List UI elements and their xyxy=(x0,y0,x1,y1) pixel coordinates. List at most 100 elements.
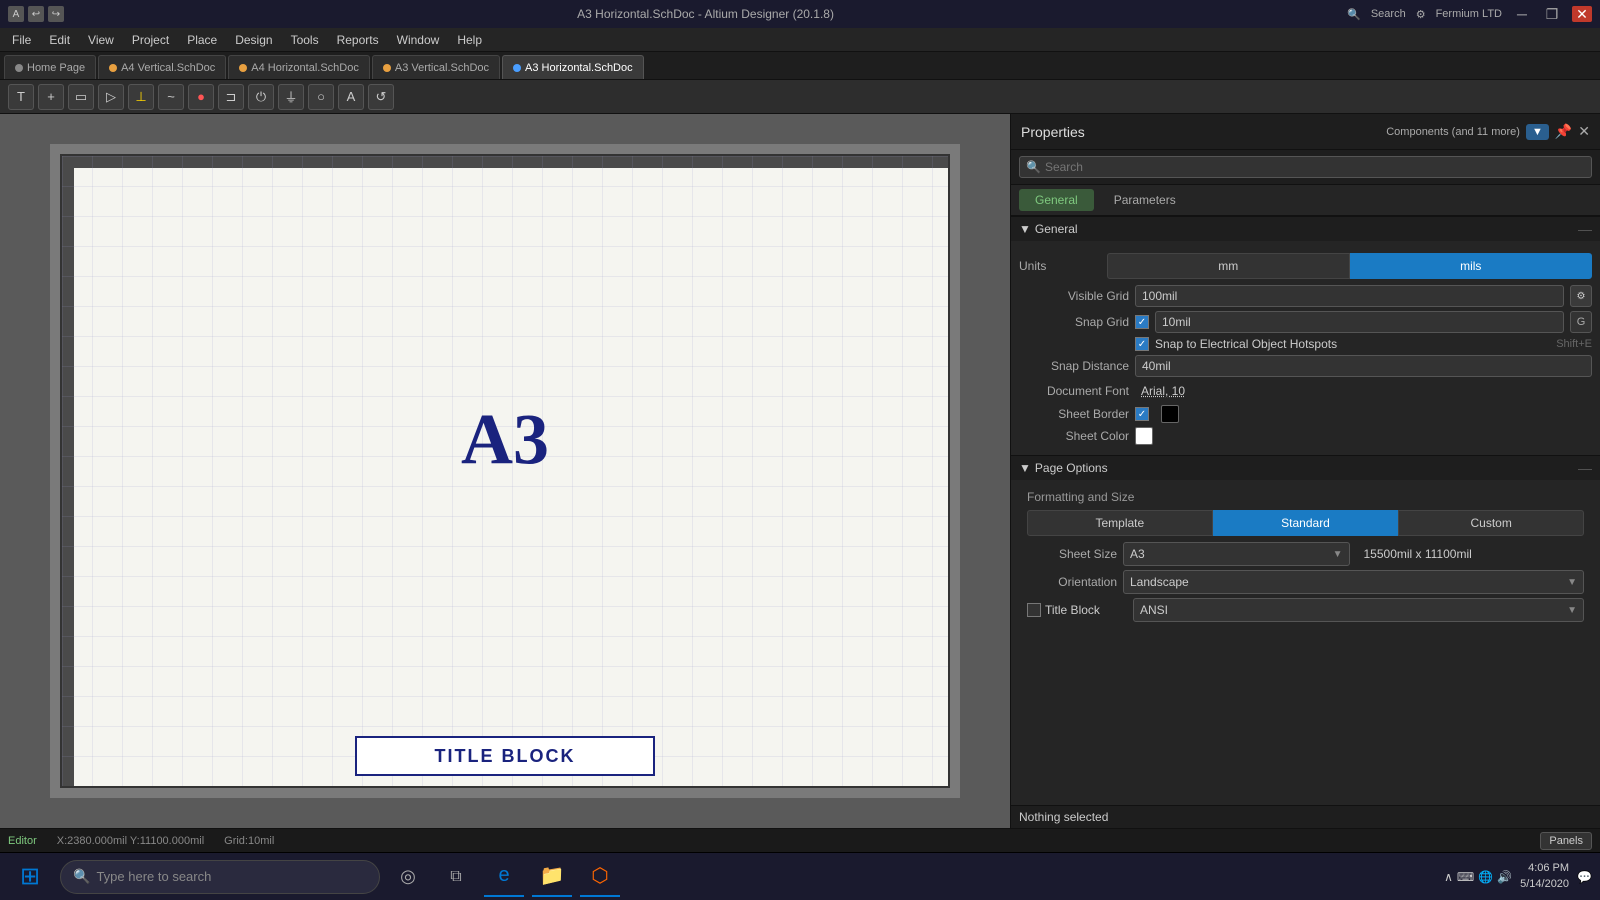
taskbar-edge[interactable]: e xyxy=(484,857,524,897)
panel-tabs: General Parameters xyxy=(1011,185,1600,216)
visible-grid-settings-btn[interactable]: ⚙ xyxy=(1570,285,1592,307)
tab-a3v-label: A3 Vertical.SchDoc xyxy=(395,62,489,74)
search-label[interactable]: Search xyxy=(1371,8,1406,20)
snap-grid-value[interactable]: 10mil xyxy=(1155,311,1564,333)
title-bar-icons: A ↩ ↪ xyxy=(8,6,64,22)
menu-reports[interactable]: Reports xyxy=(329,31,387,49)
format-template-btn[interactable]: Template xyxy=(1027,510,1213,536)
search-input[interactable] xyxy=(1045,160,1585,174)
tool-text[interactable]: T xyxy=(8,84,34,110)
schematic-sheet[interactable]: A3 TITLE BLOCK xyxy=(60,154,950,788)
snap-distance-label: Snap Distance xyxy=(1019,359,1129,373)
properties-panel: Properties Components (and 11 more) ▼ 📌 … xyxy=(1010,114,1600,828)
notification-btn[interactable]: 💬 xyxy=(1577,870,1592,884)
snap-hotspot-checkbox[interactable] xyxy=(1135,337,1149,351)
tab-a3h-label: A3 Horizontal.SchDoc xyxy=(525,62,633,74)
snap-distance-value[interactable]: 40mil xyxy=(1135,355,1592,377)
search-input-wrap[interactable]: 🔍 xyxy=(1019,156,1592,178)
snap-grid-shortcut-btn[interactable]: G xyxy=(1570,311,1592,333)
taskview-icon: ⧉ xyxy=(450,868,461,886)
visible-grid-value[interactable]: 100mil xyxy=(1135,285,1564,307)
menu-file[interactable]: File xyxy=(4,31,39,49)
sheet-size-select[interactable]: A3 ▼ xyxy=(1123,542,1350,566)
tab-a4-horizontal[interactable]: A4 Horizontal.SchDoc xyxy=(228,55,370,79)
tab-a3-horizontal[interactable]: A3 Horizontal.SchDoc xyxy=(502,55,644,79)
clock[interactable]: 4:06 PM 5/14/2020 xyxy=(1520,861,1569,892)
menu-design[interactable]: Design xyxy=(227,31,280,49)
tool-pin[interactable]: ⊥ xyxy=(128,84,154,110)
search-icon[interactable]: 🔍 xyxy=(1347,8,1361,21)
format-custom-btn[interactable]: Custom xyxy=(1398,510,1584,536)
orientation-row: Orientation Landscape ▼ xyxy=(1027,570,1584,594)
toolbar: T + ▭ ▷ ⊥ ~ ● ⊐ ⏻ ⏚ ○ A ↺ xyxy=(0,80,1600,114)
volume-icon[interactable]: 🔊 xyxy=(1497,870,1512,884)
tab-parameters[interactable]: Parameters xyxy=(1098,189,1192,211)
app-icon: A xyxy=(8,6,24,22)
undo-btn[interactable]: ↩ xyxy=(28,6,44,22)
taskbar-altium[interactable]: ⬡ xyxy=(580,857,620,897)
tool-add[interactable]: + xyxy=(38,84,64,110)
page-options-header[interactable]: ▼ Page Options — xyxy=(1011,455,1600,480)
tab-home[interactable]: Home Page xyxy=(4,55,96,79)
tab-a3-vertical[interactable]: A3 Vertical.SchDoc xyxy=(372,55,500,79)
notify-chevron[interactable]: ∧ xyxy=(1444,870,1453,884)
title-block-checkbox[interactable] xyxy=(1027,603,1041,617)
units-row: Units mm mils xyxy=(1019,253,1592,279)
filter-btn[interactable]: ▼ xyxy=(1526,124,1549,140)
start-button[interactable]: ⊞ xyxy=(8,855,52,899)
search-icon: 🔍 xyxy=(1026,160,1041,174)
canvas-area[interactable]: A3 TITLE BLOCK xyxy=(0,114,1010,828)
tool-gnd[interactable]: ⏚ xyxy=(278,84,304,110)
sheet-color-swatch[interactable] xyxy=(1135,427,1153,445)
menu-place[interactable]: Place xyxy=(179,31,225,49)
tool-circle[interactable]: ○ xyxy=(308,84,334,110)
canvas-background: A3 TITLE BLOCK xyxy=(50,144,960,798)
orientation-select[interactable]: Landscape ▼ xyxy=(1123,570,1584,594)
menu-help[interactable]: Help xyxy=(449,31,490,49)
panel-header-right: Components (and 11 more) ▼ 📌 ✕ xyxy=(1386,123,1590,140)
tool-rect[interactable]: ▭ xyxy=(68,84,94,110)
general-section-header[interactable]: ▼ General — xyxy=(1011,216,1600,241)
panel-pin-btn[interactable]: 📌 xyxy=(1555,123,1572,140)
restore-btn[interactable]: ❐ xyxy=(1542,6,1562,22)
settings-icon[interactable]: ⚙ xyxy=(1416,8,1426,21)
taskview-btn[interactable]: ⧉ xyxy=(436,857,476,897)
sheet-color-label: Sheet Color xyxy=(1019,429,1129,443)
tab-general[interactable]: General xyxy=(1019,189,1094,211)
title-block-style-select[interactable]: ANSI ▼ xyxy=(1133,598,1584,622)
tool-wire[interactable]: ~ xyxy=(158,84,184,110)
sheet-border-checkbox[interactable] xyxy=(1135,407,1149,421)
cortana-btn[interactable]: ◎ xyxy=(388,857,428,897)
tool-label[interactable]: A xyxy=(338,84,364,110)
taskbar-explorer[interactable]: 📁 xyxy=(532,857,572,897)
tool-power[interactable]: ⏻ xyxy=(248,84,274,110)
units-mm-btn[interactable]: mm xyxy=(1107,253,1350,279)
title-block-label: Title Block xyxy=(1045,603,1100,617)
cortana-icon: ◎ xyxy=(400,866,416,887)
menu-edit[interactable]: Edit xyxy=(41,31,78,49)
sheet-border-color[interactable] xyxy=(1161,405,1179,423)
panel-close-btn[interactable]: ✕ xyxy=(1578,123,1590,140)
sheet-size-row: Sheet Size A3 ▼ 15500mil x 11100mil xyxy=(1027,542,1584,566)
panels-btn[interactable]: Panels xyxy=(1540,832,1592,850)
menu-view[interactable]: View xyxy=(80,31,122,49)
snap-hotspot-label: Snap to Electrical Object Hotspots xyxy=(1155,337,1337,351)
tab-a4-vertical[interactable]: A4 Vertical.SchDoc xyxy=(98,55,226,79)
menu-tools[interactable]: Tools xyxy=(283,31,327,49)
minimize-btn[interactable]: ─ xyxy=(1512,6,1532,22)
menu-window[interactable]: Window xyxy=(389,31,448,49)
taskbar-search[interactable]: 🔍 Type here to search xyxy=(60,860,380,894)
close-btn[interactable]: ✕ xyxy=(1572,6,1592,22)
snap-grid-checkbox[interactable] xyxy=(1135,315,1149,329)
menu-project[interactable]: Project xyxy=(124,31,177,49)
format-standard-btn[interactable]: Standard xyxy=(1213,510,1399,536)
status-bar: Editor X:2380.000mil Y:11100.000mil Grid… xyxy=(0,828,1600,852)
tool-net[interactable]: ⊐ xyxy=(218,84,244,110)
general-section-content: Units mm mils Visible Grid 100mil ⚙ Snap… xyxy=(1011,241,1600,455)
taskbar-search-text[interactable]: Type here to search xyxy=(96,869,211,884)
tool-junction[interactable]: ● xyxy=(188,84,214,110)
units-mils-btn[interactable]: mils xyxy=(1350,253,1593,279)
tool-place[interactable]: ▷ xyxy=(98,84,124,110)
tool-undo-small[interactable]: ↺ xyxy=(368,84,394,110)
redo-btn[interactable]: ↪ xyxy=(48,6,64,22)
